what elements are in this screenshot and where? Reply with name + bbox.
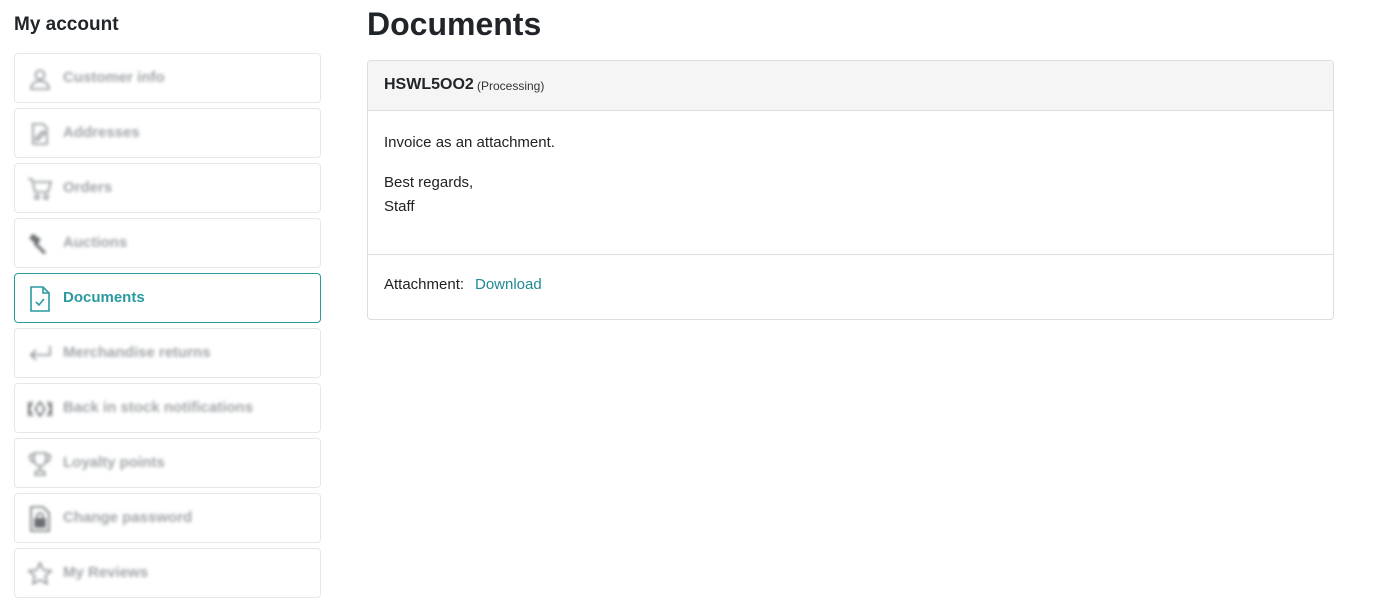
cart-icon <box>27 176 53 202</box>
lock-document-icon <box>27 506 53 532</box>
sidebar-item-label: Change password <box>63 509 193 526</box>
message-line: Staff <box>384 198 415 215</box>
user-icon <box>27 66 53 92</box>
sidebar-item-auctions[interactable]: Auctions <box>14 218 321 268</box>
sidebar-item-label: Addresses <box>63 124 140 141</box>
sidebar-item-label: Auctions <box>63 234 128 251</box>
sidebar-item-back-in-stock[interactable]: Back in stock notifications <box>14 383 321 433</box>
attachment-label: Attachment: <box>384 276 465 293</box>
star-icon <box>27 561 53 587</box>
message-line: Invoice as an attachment. <box>384 134 555 151</box>
sidebar-item-label: Customer info <box>63 69 165 86</box>
sidebar-item-change-password[interactable]: Change password <box>14 493 321 543</box>
hammer-icon <box>27 231 53 257</box>
address-card-icon <box>27 121 53 147</box>
document-check-icon <box>27 286 53 312</box>
sidebar-item-label: Loyalty points <box>63 454 165 471</box>
sidebar-item-label: Back in stock notifications <box>63 399 254 416</box>
return-arrow-icon <box>27 341 53 367</box>
document-id: HSWL5OO2 <box>384 76 474 93</box>
message-line: Best regards, <box>384 174 474 191</box>
sidebar-item-customer-info[interactable]: Customer info <box>14 53 321 103</box>
document-card: HSWL5OO2 (Processing) Invoice as an atta… <box>367 60 1334 320</box>
stock-notification-icon <box>27 396 53 422</box>
sidebar-item-addresses[interactable]: Addresses <box>14 108 321 158</box>
document-status: (Processing) <box>477 79 545 93</box>
sidebar-item-label: My Reviews <box>63 564 149 581</box>
sidebar-item-orders[interactable]: Orders <box>14 163 321 213</box>
document-card-footer: Attachment: Download <box>368 254 1333 319</box>
document-card-header: HSWL5OO2 (Processing) <box>368 61 1333 111</box>
sidebar-item-label: Orders <box>63 179 113 196</box>
page-title: Documents <box>367 6 542 42</box>
sidebar-item-merchandise-returns[interactable]: Merchandise returns <box>14 328 321 378</box>
sidebar-item-label: Merchandise returns <box>63 344 211 361</box>
trophy-icon <box>27 451 53 477</box>
sidebar-item-documents[interactable]: Documents <box>14 273 321 323</box>
sidebar-item-label: Documents <box>63 289 145 306</box>
download-link[interactable]: Download <box>475 276 542 293</box>
sidebar-title: My account <box>14 14 119 35</box>
sidebar-item-my-reviews[interactable]: My Reviews <box>14 548 321 598</box>
sidebar-item-loyalty-points[interactable]: Loyalty points <box>14 438 321 488</box>
